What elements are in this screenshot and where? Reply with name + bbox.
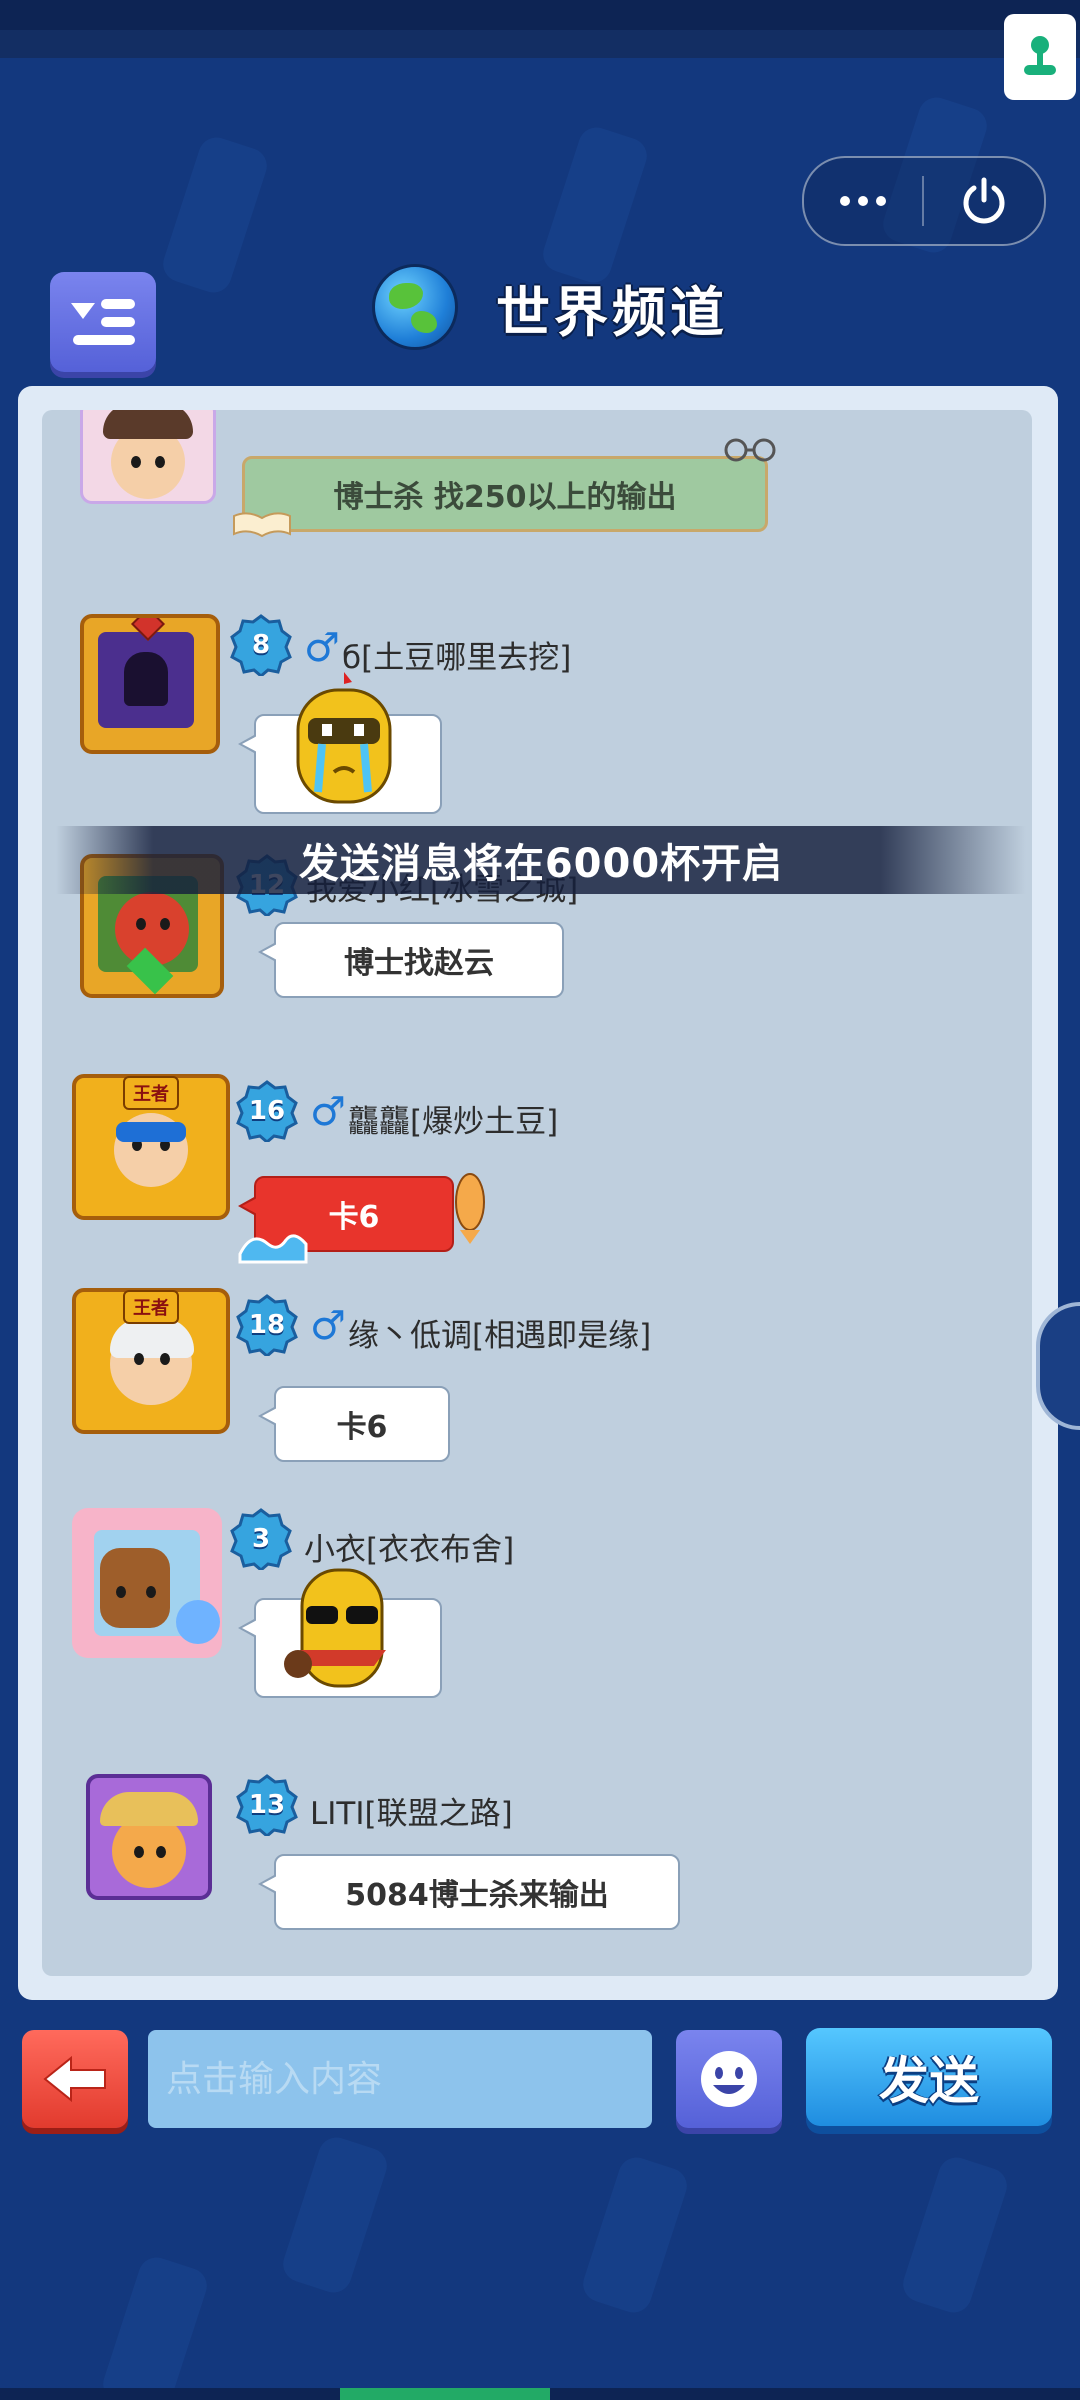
page-title: 世界频道	[496, 280, 728, 344]
message-text: 博士杀 找250以上的输出	[333, 480, 677, 515]
emoji-button[interactable]	[676, 2030, 782, 2128]
avatar[interactable]	[72, 1508, 222, 1658]
bottom-indicator	[0, 2388, 1080, 2400]
male-icon: ♂	[310, 1303, 346, 1349]
arrow-left-icon	[43, 2055, 106, 2103]
message-bubble: 卡6	[258, 1386, 450, 1462]
status-bar	[0, 0, 1080, 58]
sender-name: 缘丶低调[相遇即是缘]	[348, 1318, 652, 1354]
close-program-button[interactable]	[924, 174, 1044, 228]
koi-fish-icon	[455, 1173, 485, 1244]
more-icon	[840, 196, 850, 206]
level-badge: 16	[236, 1080, 298, 1142]
joystick-icon	[1024, 36, 1056, 75]
sunglasses-sticker	[284, 1568, 386, 1688]
dropdown-list-icon	[71, 299, 135, 345]
message-bubble: 博士找赵云	[258, 922, 564, 998]
male-icon: ♂	[310, 1089, 346, 1135]
king-badge: 王者	[123, 1076, 179, 1110]
avatar[interactable]	[80, 614, 220, 754]
sender-name: 龘龘[爆炒土豆]	[348, 1104, 559, 1140]
message-bubble: 5084博士杀来输出	[258, 1854, 680, 1930]
avatar[interactable]: 王者	[72, 1288, 230, 1434]
capsule-menu	[802, 156, 1046, 246]
wave-icon	[238, 1234, 308, 1264]
chat-panel: 博士杀 找250以上的输出 8 ♂ б[土豆哪里去挖] 博士找赵云 王者 16 …	[18, 386, 1058, 2000]
glasses-icon	[724, 438, 776, 462]
channel-menu-button[interactable]	[50, 272, 156, 372]
back-button[interactable]	[22, 2030, 128, 2128]
avatar[interactable]	[86, 1774, 212, 1900]
power-icon	[963, 177, 1005, 224]
message-bubble: 博士杀 找250以上的输出	[242, 456, 768, 532]
level-badge: 8	[230, 614, 292, 676]
message-text: 卡6	[336, 1410, 388, 1445]
sender-name: LITI[联盟之路]	[310, 1796, 513, 1832]
message-text: 博士找赵云	[344, 946, 494, 981]
avatar[interactable]: 王者	[72, 1074, 230, 1220]
male-icon: ♂	[304, 625, 340, 671]
more-options-button[interactable]	[804, 158, 922, 244]
send-button[interactable]: 发送	[806, 2028, 1052, 2126]
avatar[interactable]	[80, 410, 216, 504]
message-list[interactable]: 博士杀 找250以上的输出 8 ♂ б[土豆哪里去挖] 博士找赵云 王者 16 …	[42, 410, 1032, 1976]
message-text: 卡6	[328, 1200, 380, 1235]
toast-notice: 发送消息将在6000杯开启	[56, 826, 1026, 894]
king-badge: 王者	[123, 1290, 179, 1324]
smiley-icon	[701, 2051, 757, 2107]
message-text: 5084博士杀来输出	[345, 1878, 609, 1913]
mini-program-button[interactable]	[1004, 14, 1076, 100]
channel-title: 世界频道	[372, 262, 728, 352]
book-icon	[233, 512, 291, 538]
level-badge: 13	[236, 1774, 298, 1836]
level-badge: 18	[236, 1294, 298, 1356]
message-input[interactable]	[148, 2030, 652, 2128]
globe-icon	[372, 264, 458, 350]
message-composer: 发送	[22, 2028, 1058, 2132]
crying-knight-sticker	[296, 672, 392, 804]
